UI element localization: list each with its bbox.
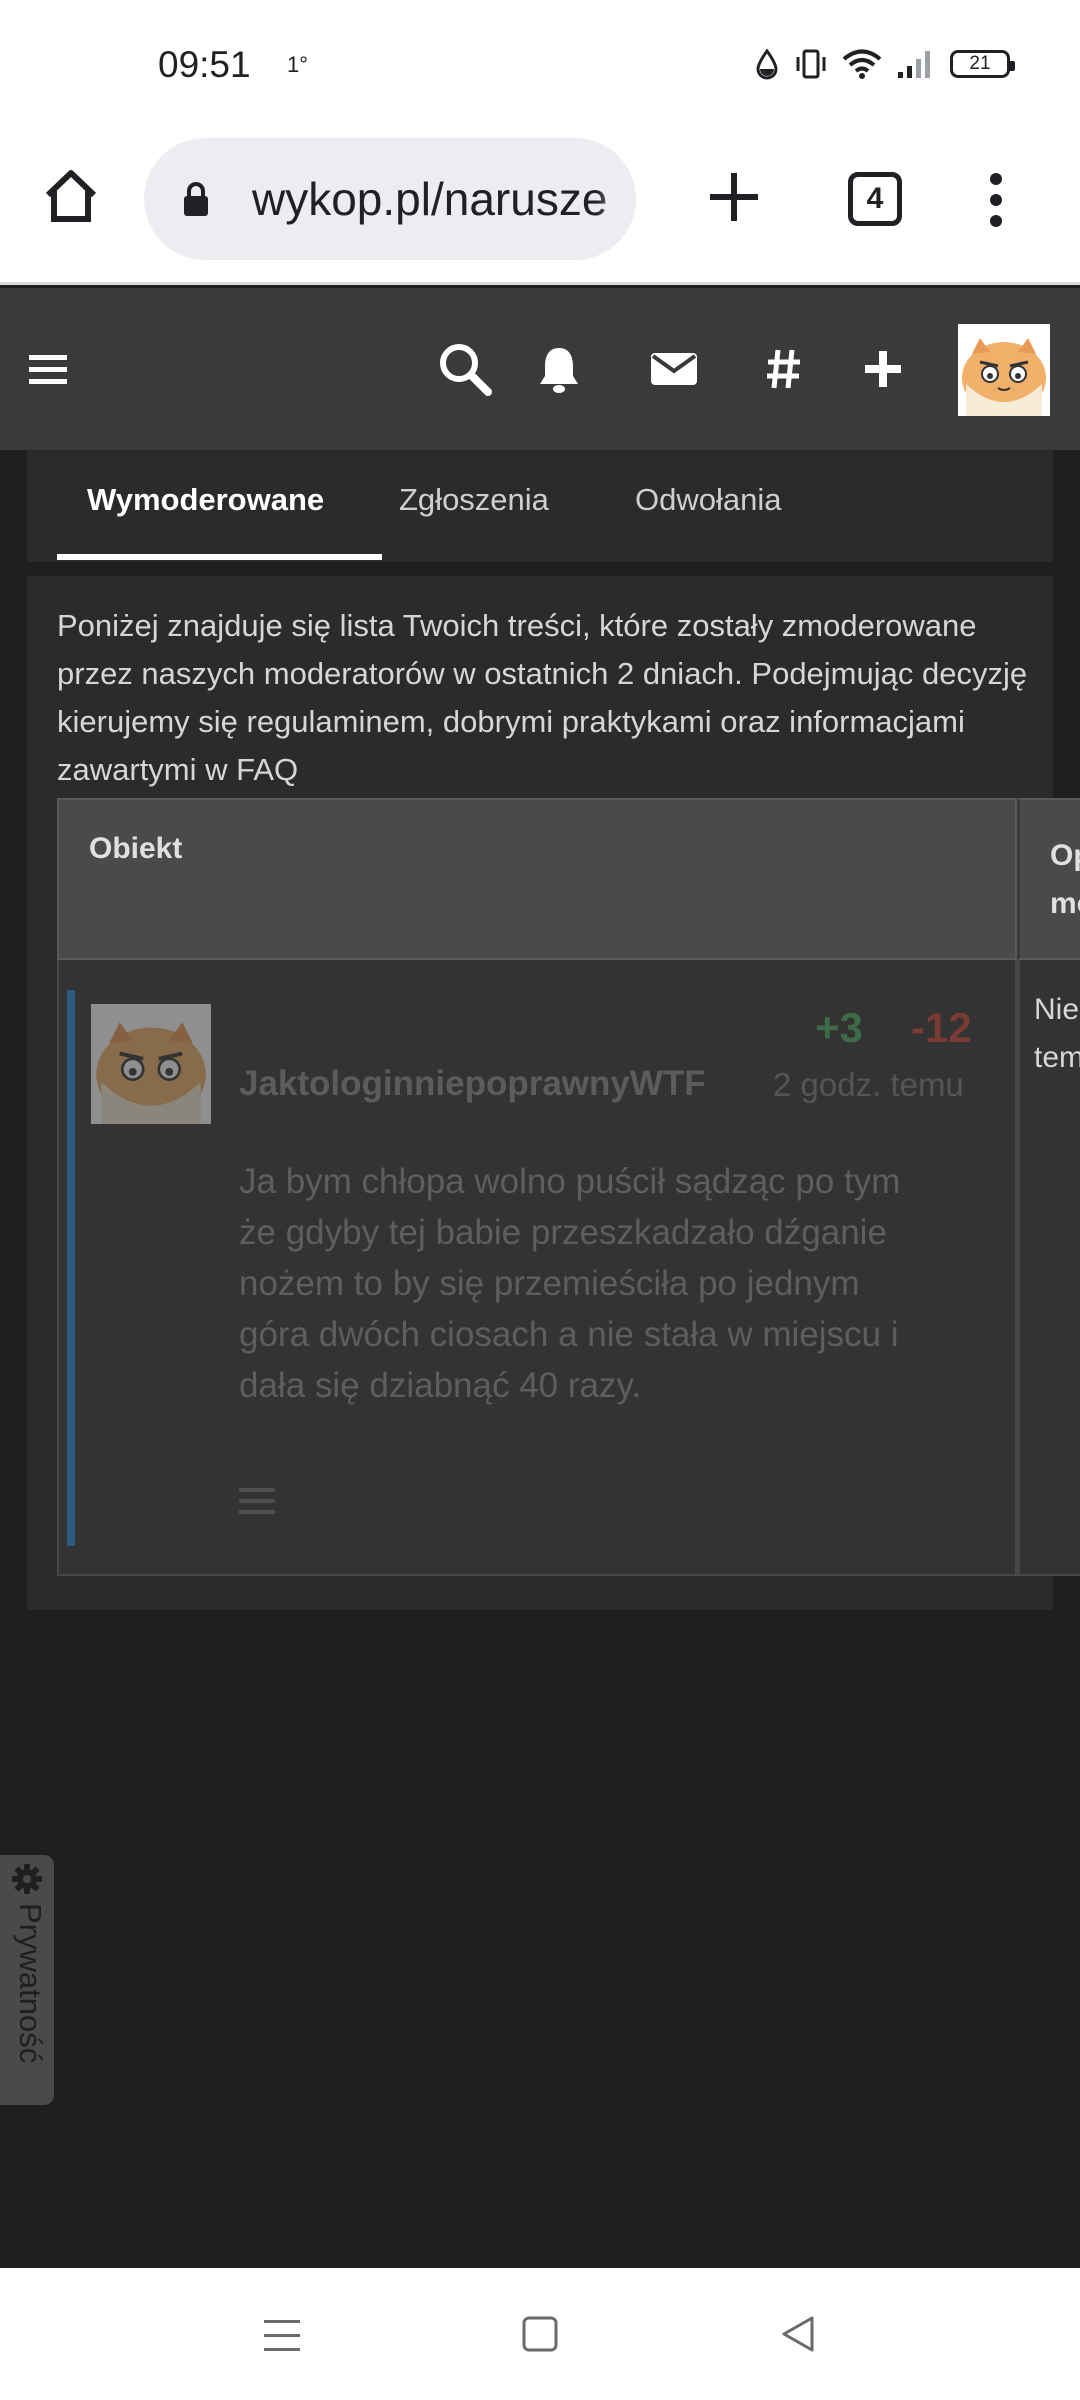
lock-icon bbox=[184, 182, 208, 216]
votes-minus: -12 bbox=[911, 1004, 972, 1051]
signal-icon bbox=[898, 51, 930, 78]
entry-menu-icon[interactable] bbox=[239, 1486, 275, 1516]
address-bar[interactable]: wykop.pl/narusze bbox=[144, 138, 636, 260]
gear-icon bbox=[12, 1864, 42, 1894]
privacy-label: Prywatność bbox=[13, 1903, 48, 2064]
hashtag-icon[interactable] bbox=[764, 288, 804, 450]
avatar[interactable] bbox=[958, 324, 1050, 416]
wifi-icon bbox=[842, 49, 882, 79]
battery-level: 21 bbox=[969, 53, 991, 74]
description-text: Poniżej znajduje się lista Twoich treści… bbox=[57, 608, 1028, 787]
column-header-opinion: Opinia moderatora bbox=[1017, 798, 1080, 960]
back-triangle-icon[interactable] bbox=[778, 2306, 818, 2364]
status-extra: 1° bbox=[287, 52, 309, 77]
table-row: +3 -12 JaktologinniepoprawnyWTF 2 godz. … bbox=[57, 960, 1017, 1576]
tab-wymoderowane[interactable]: Wymoderowane bbox=[87, 482, 324, 518]
search-icon[interactable] bbox=[436, 288, 494, 450]
plus-icon[interactable] bbox=[862, 288, 904, 450]
active-tab-indicator bbox=[57, 554, 382, 560]
url-text: wykop.pl/narusze bbox=[252, 173, 608, 225]
drop-icon bbox=[756, 48, 778, 80]
status-icons: 21 bbox=[754, 48, 1015, 80]
hamburger-icon[interactable] bbox=[26, 288, 70, 450]
moderation-tabs: Wymoderowane Zgłoszenia Odwołania bbox=[27, 450, 1053, 562]
entry-author-avatar[interactable] bbox=[91, 1004, 211, 1124]
moderated-content-card: Poniżej znajduje się lista Twoich treści… bbox=[27, 576, 1080, 1610]
tab-zgloszenia[interactable]: Zgłoszenia bbox=[399, 482, 549, 518]
status-bar: 09:51 1° 21 bbox=[0, 0, 1080, 135]
browser-toolbar: wykop.pl/narusze 4 bbox=[0, 135, 1080, 285]
browser-menu-icon[interactable] bbox=[968, 169, 1024, 231]
column-header-object: Obiekt bbox=[57, 798, 1017, 960]
recents-menu-icon[interactable] bbox=[262, 2306, 302, 2364]
vibrate-icon bbox=[796, 49, 826, 79]
tab-odwolania[interactable]: Odwołania bbox=[635, 482, 781, 518]
battery-icon: 21 bbox=[950, 50, 1015, 78]
site-header bbox=[0, 288, 1080, 450]
bell-icon[interactable] bbox=[536, 288, 582, 450]
entry-body: Ja bym chłopa wolno puścił sądząc po tym… bbox=[239, 1162, 901, 1405]
system-nav-bar bbox=[0, 2268, 1080, 2400]
moderation-table: Obiekt Opinia moderatora bbox=[57, 798, 1080, 1576]
opinion-text: Nieodpowiednia treść 1 godz. temu przez bbox=[1034, 993, 1080, 1074]
opinion-cell: Nieodpowiednia treść 1 godz. temu przez bbox=[1017, 960, 1080, 1576]
home-square-icon[interactable] bbox=[520, 2306, 560, 2364]
entry-time: 2 godz. temu bbox=[773, 1066, 964, 1103]
mail-icon[interactable] bbox=[650, 288, 698, 450]
status-time: 09:51 bbox=[158, 44, 251, 85]
new-tab-plus-icon[interactable] bbox=[700, 163, 768, 231]
entry-accent-bar bbox=[67, 990, 75, 1546]
entry-author[interactable]: JaktologinniepoprawnyWTF bbox=[239, 1064, 706, 1104]
votes-plus: +3 bbox=[815, 1004, 863, 1051]
home-icon[interactable] bbox=[40, 165, 102, 227]
tab-switcher-button[interactable]: 4 bbox=[848, 172, 902, 226]
tab-count: 4 bbox=[866, 182, 884, 215]
privacy-settings-tab[interactable]: Prywatność bbox=[0, 1855, 54, 2105]
